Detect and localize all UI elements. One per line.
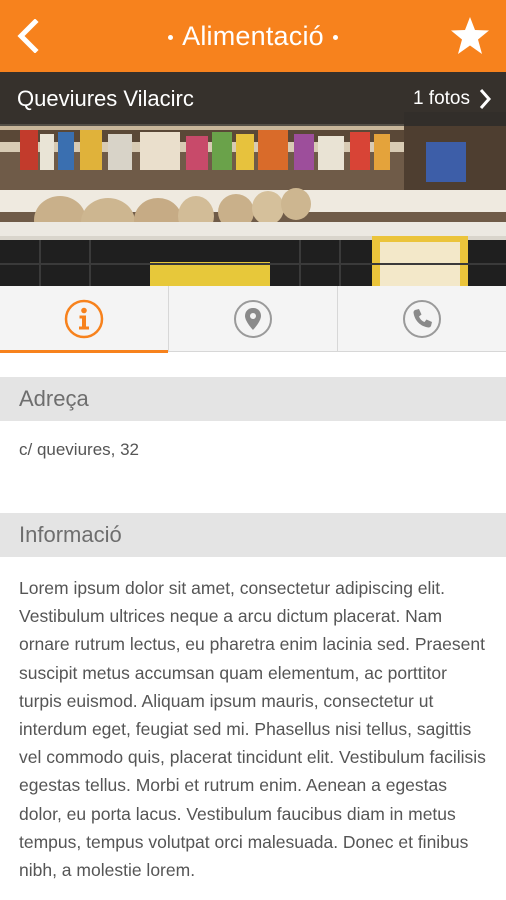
address-section-header: Adreça: [0, 377, 506, 421]
title-dot-right: [332, 34, 338, 40]
map-pin-icon: [234, 300, 272, 338]
info-icon: [64, 299, 104, 339]
photos-count: 1 fotos: [412, 88, 470, 109]
star-icon: [451, 17, 489, 54]
photos-link[interactable]: 1 fotos: [413, 72, 492, 126]
info-section-header: Informació: [0, 513, 506, 557]
page-title: Alimentació: [182, 20, 324, 51]
tab-phone[interactable]: [338, 286, 506, 352]
detail-tabs: [0, 286, 506, 353]
chevron-left-icon: [17, 19, 39, 53]
tab-info[interactable]: [0, 286, 169, 353]
store-name: Queviures Vilacirc: [17, 86, 194, 111]
favorite-button[interactable]: [446, 12, 494, 60]
title-dot-left: [168, 34, 174, 40]
address-value: c/ queviures, 32: [19, 440, 140, 459]
chevron-right-icon: [479, 89, 492, 109]
tab-map[interactable]: [169, 286, 338, 352]
back-button[interactable]: [6, 12, 50, 60]
page-title-wrap: Alimentació: [80, 0, 426, 72]
phone-icon: [403, 300, 441, 338]
info-text: Lorem ipsum dolor sit amet, consectetur …: [19, 578, 486, 881]
